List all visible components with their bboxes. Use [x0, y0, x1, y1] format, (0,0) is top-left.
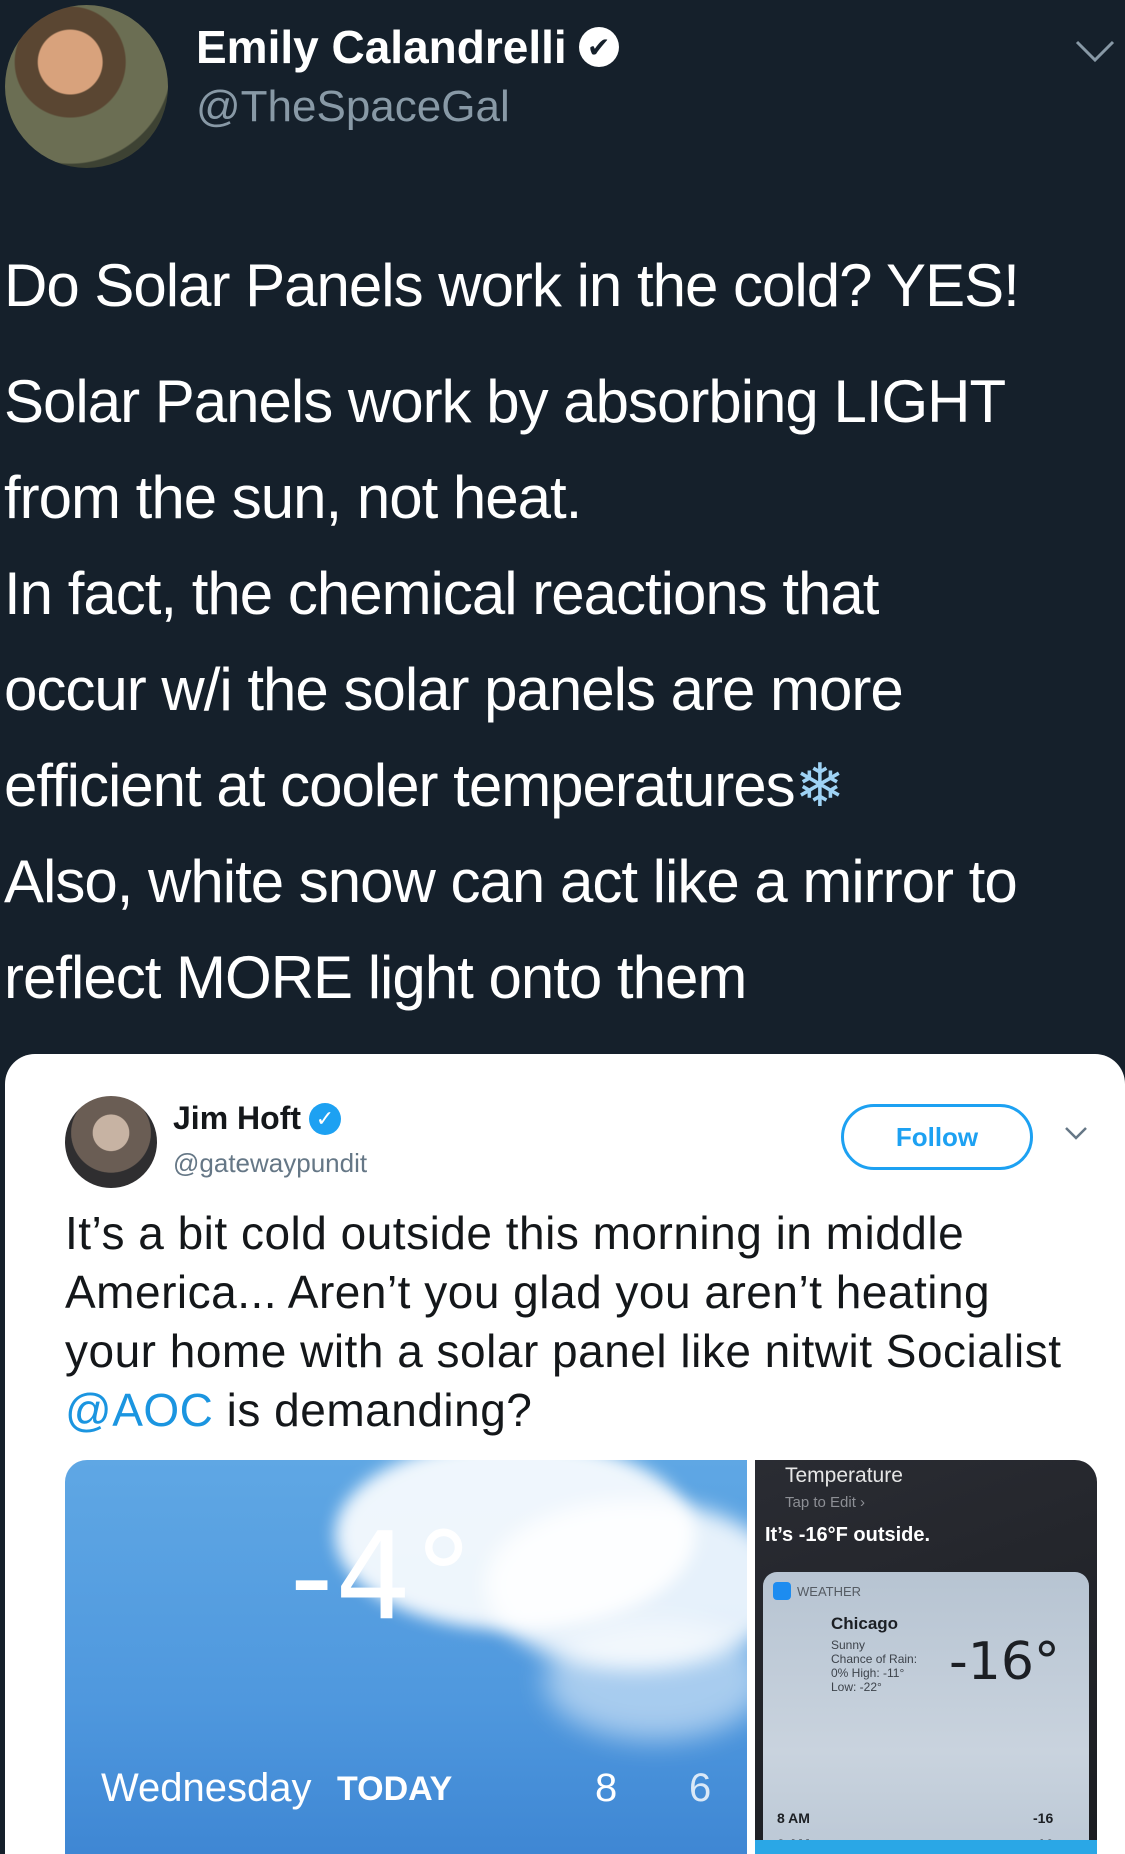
quoted-name-row: Jim Hoft ✓ [173, 1100, 341, 1137]
widget-temperature: -16° [949, 1632, 1060, 1692]
quoted-avatar[interactable] [65, 1096, 157, 1188]
tweet-line: occur w/i the solar panels are more [4, 656, 904, 723]
low-temperature: 6 [689, 1766, 712, 1810]
weather-details: Sunny Chance of Rain: 0% High: -11° Low:… [831, 1638, 931, 1694]
snowflake-icon: ❄ [794, 752, 845, 819]
weather-app-icon [773, 1582, 791, 1600]
tweet-line-with-emoji: efficient at cooler temperatures❄ [4, 738, 1114, 834]
quoted-handle[interactable]: @gatewaypundit [173, 1148, 367, 1179]
condition: Sunny [831, 1638, 866, 1652]
siri-weather-image[interactable]: Temperature Tap to Edit › It’s -16°F out… [755, 1460, 1097, 1854]
tweet-header: Emily Calandrelli ✔ @TheSpaceGal [0, 0, 1125, 170]
cloud [545, 1620, 747, 1740]
widget-header: WEATHER [773, 1582, 861, 1600]
day-label: Wednesday [101, 1766, 312, 1810]
hour-label: 8 AM [777, 1810, 810, 1826]
mention-link[interactable]: @AOC [65, 1384, 213, 1436]
media-grid[interactable]: -4° Wednesday TODAY 8 6 Temperature Tap … [65, 1460, 1097, 1854]
tweet-line: reflect MORE light onto them [4, 944, 747, 1011]
quoted-text-after: is demanding? [213, 1384, 533, 1436]
siri-answer: It’s -16°F outside. [765, 1524, 931, 1546]
siri-bottom-strip [755, 1840, 1097, 1854]
user-handle[interactable]: @TheSpaceGal [196, 82, 510, 132]
widget-label: WEATHER [797, 1583, 862, 1599]
today-label: TODAY [337, 1770, 453, 1808]
quoted-text-before: It’s a bit cold outside this morning in … [65, 1207, 1062, 1377]
chevron-down-icon[interactable] [1073, 36, 1117, 66]
tweet-line: Solar Panels work by absorbing LIGHT [4, 368, 1006, 435]
current-temperature: -4° [290, 1508, 476, 1647]
quoted-tweet-text: It’s a bit cold outside this morning in … [65, 1204, 1065, 1440]
chevron-down-icon[interactable] [1063, 1124, 1089, 1142]
avatar[interactable] [5, 5, 168, 168]
tweet-line: In fact, the chemical reactions that [4, 560, 879, 627]
tap-to-edit: Tap to Edit › [785, 1494, 866, 1511]
weather-widget: WEATHER Chicago Sunny Chance of Rain: 0%… [763, 1572, 1089, 1854]
weather-app-image[interactable]: -4° Wednesday TODAY 8 6 [65, 1460, 747, 1854]
name-row: Emily Calandrelli ✔ [196, 20, 619, 74]
hour-value: -16 [1033, 1810, 1054, 1826]
follow-button[interactable]: Follow [841, 1104, 1033, 1170]
city-name: Chicago [831, 1614, 899, 1633]
verified-badge-icon: ✔ [578, 27, 619, 67]
display-name[interactable]: Emily Calandrelli [196, 20, 567, 74]
tweet-line: Also, white snow can act like a mirror t… [4, 848, 1018, 915]
forecast-details: Chance of Rain: 0% High: -11° Low: -22° [831, 1652, 918, 1694]
tweet-line: from the sun, not heat. [4, 464, 582, 531]
siri-query-title: Temperature [785, 1464, 903, 1487]
high-temperature: 8 [595, 1766, 618, 1810]
quoted-display-name[interactable]: Jim Hoft [173, 1100, 301, 1137]
quoted-tweet-card[interactable]: Jim Hoft ✓ @gatewaypundit Follow It’s a … [5, 1054, 1125, 1854]
tweet-text: Do Solar Panels work in the cold? YES! S… [4, 238, 1114, 1026]
verified-badge-icon: ✓ [309, 1102, 341, 1135]
tweet-line: Do Solar Panels work in the cold? YES! [4, 252, 1020, 319]
tweet-line-text: efficient at cooler temperatures [4, 752, 796, 819]
